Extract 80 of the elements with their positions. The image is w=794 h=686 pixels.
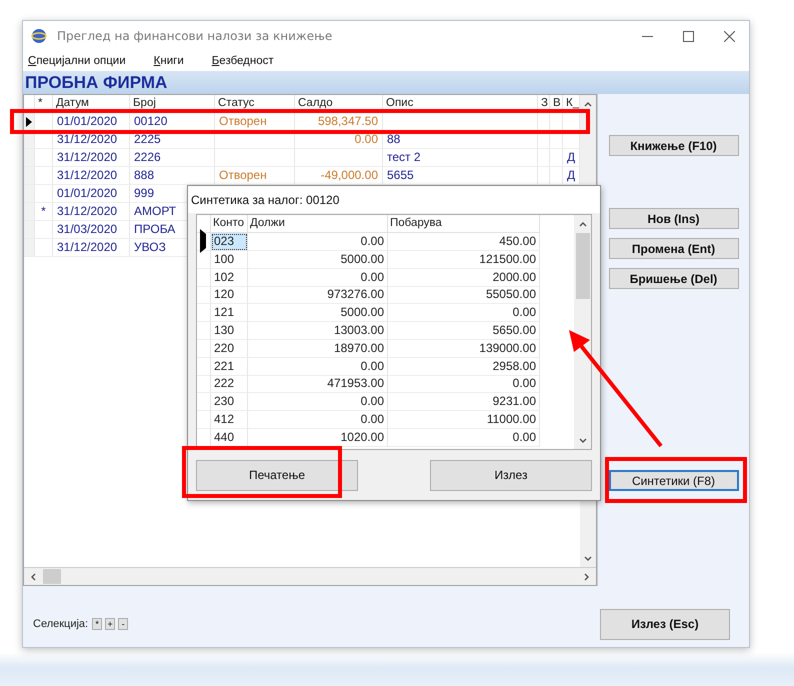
table-cell: 598,347.50 bbox=[295, 113, 383, 131]
table-cell: 00120 bbox=[130, 113, 215, 131]
table-cell: Отворен bbox=[215, 113, 295, 131]
table-cell: 230 bbox=[211, 393, 248, 412]
table-cell: 2225 bbox=[130, 131, 215, 149]
table-cell: 01/01/2020 bbox=[53, 113, 130, 131]
window-title: Преглед на финансови налози за книжење bbox=[57, 29, 334, 43]
table-cell: 102 bbox=[211, 268, 248, 287]
table-cell: 9231.00 bbox=[388, 393, 540, 412]
table-cell: 973276.00 bbox=[248, 286, 388, 304]
table-cell: 2226 bbox=[130, 149, 215, 167]
exit-button[interactable]: Излез (Esc) bbox=[600, 608, 730, 640]
table-cell: 471953.00 bbox=[248, 375, 388, 394]
action-button[interactable]: Нов (Ins) bbox=[608, 208, 738, 229]
table-cell: 440 bbox=[211, 428, 248, 447]
table-cell: 0.00 bbox=[248, 233, 388, 251]
table-cell: тест 2 bbox=[383, 149, 538, 167]
column-header[interactable]: Број bbox=[130, 95, 215, 112]
table-cell: 0.00 bbox=[388, 428, 540, 447]
column-header[interactable]: Датум bbox=[53, 95, 130, 112]
table-cell: 139000.00 bbox=[388, 340, 540, 358]
table-cell: 31/12/2020 bbox=[53, 203, 130, 221]
table-cell: 121500.00 bbox=[388, 250, 540, 269]
table-cell: 31/03/2020 bbox=[53, 221, 130, 239]
selection-button[interactable]: * bbox=[92, 618, 102, 630]
table-cell: 412 bbox=[211, 410, 248, 429]
menu-item[interactable]: Книги bbox=[154, 55, 184, 67]
dialog-button[interactable]: Печатење bbox=[196, 460, 358, 490]
action-button[interactable]: Бришење (Del) bbox=[608, 268, 738, 289]
column-header[interactable]: Побарува bbox=[388, 215, 540, 233]
column-header[interactable]: Статус bbox=[215, 95, 295, 112]
column-header[interactable]: Должи bbox=[248, 215, 388, 233]
table-cell: 130 bbox=[211, 322, 248, 340]
table-cell: 2000.00 bbox=[388, 268, 540, 287]
menu-item[interactable]: Специјални опции bbox=[28, 55, 126, 67]
column-header[interactable]: В bbox=[550, 95, 563, 112]
table-cell: 0.00 bbox=[248, 393, 388, 412]
action-button[interactable]: Синтетики (F8) bbox=[608, 470, 738, 491]
table-cell: 450.00 bbox=[388, 233, 540, 251]
table-cell: 01/01/2020 bbox=[53, 185, 130, 203]
action-button[interactable]: Промена (Ent) bbox=[608, 238, 738, 259]
table-cell: 31/12/2020 bbox=[53, 131, 130, 149]
table-cell: 11000.00 bbox=[388, 410, 540, 429]
table-cell: 0.00 bbox=[248, 410, 388, 429]
table-cell: 0.00 bbox=[248, 268, 388, 287]
selection-button[interactable]: - bbox=[118, 618, 128, 630]
table-cell: 222 bbox=[211, 375, 248, 394]
table-cell: 55050.00 bbox=[388, 286, 540, 304]
table-cell: 31/12/2020 bbox=[53, 149, 130, 167]
table-cell: 88 bbox=[383, 131, 538, 149]
table-cell: 121 bbox=[211, 304, 248, 322]
table-cell: 31/12/2020 bbox=[53, 239, 130, 257]
selection-label: Селекција: bbox=[33, 618, 88, 630]
table-cell: 0.00 bbox=[248, 358, 388, 376]
company-name: ПРОБНА ФИРМА bbox=[25, 72, 168, 92]
table-cell: 5000.00 bbox=[248, 304, 388, 322]
column-header[interactable]: Опис bbox=[383, 95, 538, 112]
table-cell: 023 bbox=[211, 233, 248, 251]
table-cell: 5650.00 bbox=[388, 322, 540, 340]
table-cell: 0.00 bbox=[295, 131, 383, 149]
table-cell: 0.00 bbox=[388, 304, 540, 322]
table-cell: 221 bbox=[211, 358, 248, 376]
table-cell: 1020.00 bbox=[248, 428, 388, 447]
column-header[interactable]: * bbox=[35, 95, 53, 112]
selection-button[interactable]: + bbox=[105, 618, 116, 630]
dialog-button[interactable]: Излез bbox=[430, 460, 592, 490]
menu-item[interactable]: Безбедност bbox=[212, 55, 274, 67]
table-cell: 5000.00 bbox=[248, 250, 388, 269]
table-cell: 220 bbox=[211, 340, 248, 358]
action-button[interactable]: Книжење (F10) bbox=[608, 135, 738, 156]
table-cell: 13003.00 bbox=[248, 322, 388, 340]
table-cell: 31/12/2020 bbox=[53, 167, 130, 185]
column-header[interactable]: З bbox=[538, 95, 550, 112]
table-cell: 120 bbox=[211, 286, 248, 304]
column-header[interactable]: Салдо bbox=[295, 95, 383, 112]
table-cell: 0.00 bbox=[388, 375, 540, 394]
table-cell: * bbox=[35, 203, 53, 221]
table-cell: 2958.00 bbox=[388, 358, 540, 376]
table-cell: 18970.00 bbox=[248, 340, 388, 358]
table-cell: 100 bbox=[211, 250, 248, 269]
